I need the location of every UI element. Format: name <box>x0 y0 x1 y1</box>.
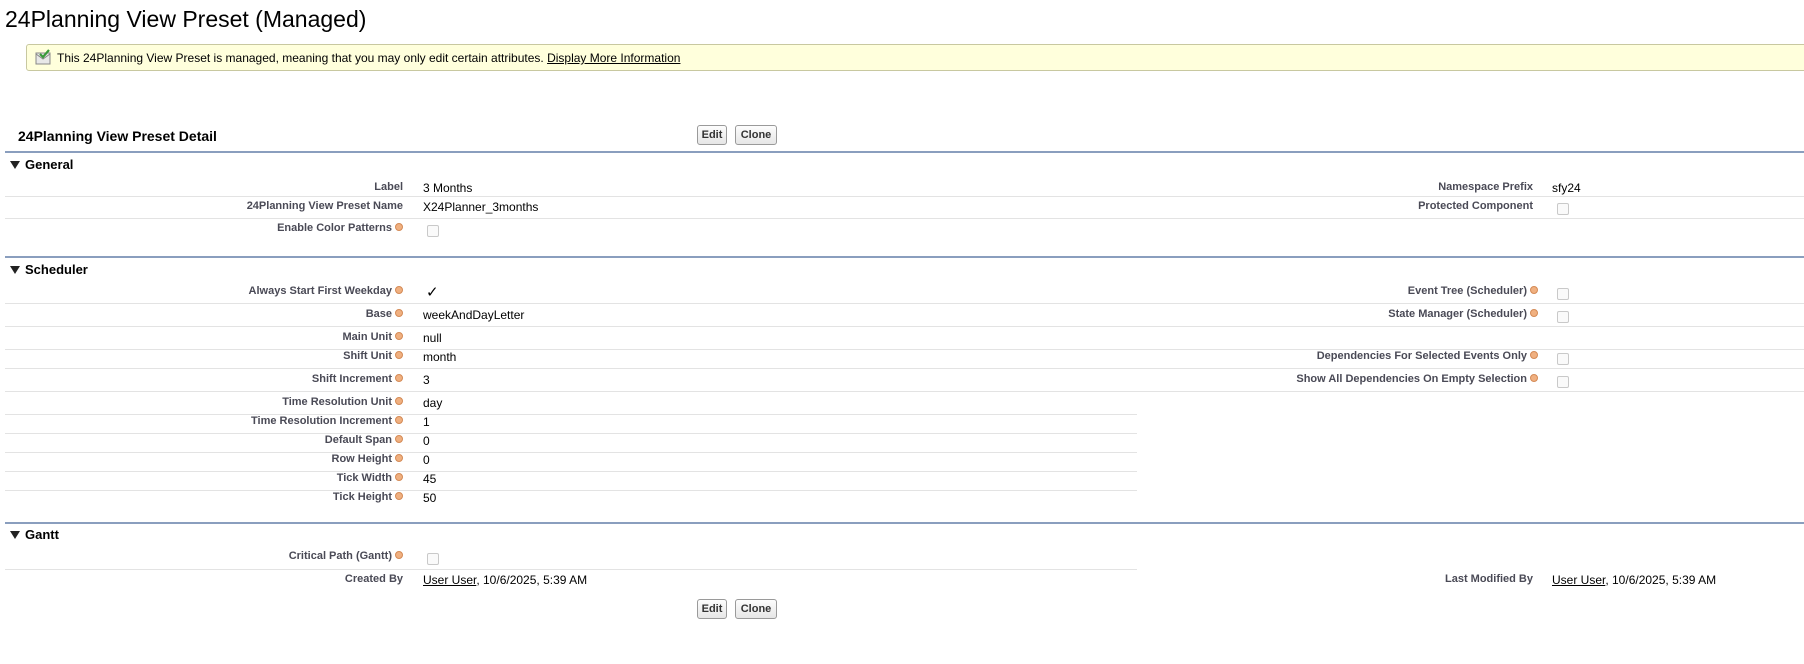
help-icon[interactable] <box>395 454 403 463</box>
enable-color-patterns-label: Enable Color Patterns <box>0 222 403 234</box>
section-divider-scheduler <box>5 256 1804 258</box>
confirm-icon <box>35 49 51 65</box>
last-modified-by-value: User User, 10/6/2025, 5:39 AM <box>1552 573 1716 587</box>
last-modified-date: , 10/6/2025, 5:39 AM <box>1605 573 1717 587</box>
section-title-general: General <box>25 157 74 172</box>
scheduler-field-value: 0 <box>423 453 430 467</box>
preset-name-label: 24Planning View Preset Name <box>246 200 403 212</box>
scheduler-field-value: month <box>423 350 457 364</box>
row-divider <box>5 368 1804 369</box>
last-modified-user-link[interactable]: User User <box>1552 573 1605 587</box>
info-message-text: This 24Planning View Preset is managed, … <box>57 51 544 65</box>
scheduler-field-value: 50 <box>423 491 437 505</box>
created-by-user-link[interactable]: User User <box>423 573 476 587</box>
clone-button-top[interactable]: Clone <box>735 125 777 145</box>
section-header-scheduler[interactable]: Scheduler <box>8 262 88 277</box>
collapse-triangle-icon <box>10 160 20 169</box>
scheduler-field-value: 45 <box>423 472 437 486</box>
row-divider <box>5 391 1804 392</box>
scheduler-field-label: Time Resolution Unit <box>0 396 403 408</box>
collapse-triangle-icon <box>10 265 20 274</box>
collapse-triangle-icon <box>10 530 20 539</box>
section-header-general[interactable]: General <box>8 157 73 172</box>
section-header-gantt[interactable]: Gantt <box>8 527 59 542</box>
protected-component-checkbox <box>1557 203 1569 215</box>
created-by-date: , 10/6/2025, 5:39 AM <box>476 573 588 587</box>
scheduler-checkbox <box>1557 376 1569 388</box>
scheduler-field-label: Shift Unit <box>0 350 403 362</box>
critical-path-label: Critical Path (Gantt) <box>0 550 403 562</box>
scheduler-field-value: 3 <box>423 373 430 387</box>
help-icon[interactable] <box>1530 374 1538 383</box>
row-divider <box>5 303 1804 304</box>
page-title: 24Planning View Preset (Managed) <box>5 6 367 32</box>
managed-info-banner: This 24Planning View Preset is managed, … <box>26 44 1804 71</box>
help-icon[interactable] <box>395 332 403 341</box>
help-icon[interactable] <box>1530 309 1538 318</box>
scheduler-field-label: Dependencies For Selected Events Only <box>1118 350 1538 362</box>
scheduler-field-label: Default Span <box>0 434 403 446</box>
detail-title: 24Planning View Preset Detail <box>18 128 217 144</box>
help-icon[interactable] <box>395 435 403 444</box>
clone-button-bottom[interactable]: Clone <box>735 599 777 619</box>
section-divider-gantt <box>5 522 1804 524</box>
row-divider <box>5 218 1804 219</box>
last-modified-by-label: Last Modified By <box>1444 573 1533 585</box>
row-divider <box>5 196 1804 197</box>
help-icon[interactable] <box>395 351 403 360</box>
help-icon[interactable] <box>395 473 403 482</box>
help-icon[interactable] <box>1530 351 1538 360</box>
checkmark-icon: ✓ <box>426 284 439 301</box>
scheduler-checkbox <box>1557 353 1569 365</box>
preset-name-value: X24Planner_3months <box>423 200 539 214</box>
edit-button-bottom[interactable]: Edit <box>697 599 727 619</box>
enable-color-patterns-checkbox <box>427 225 439 237</box>
scheduler-field-label: Always Start First Weekday <box>0 285 403 297</box>
help-icon[interactable] <box>395 551 403 560</box>
scheduler-checkbox <box>1557 288 1569 300</box>
scheduler-field-value: day <box>423 396 443 410</box>
section-title-gantt: Gantt <box>25 527 59 542</box>
scheduler-field-label: Time Resolution Increment <box>0 415 403 427</box>
help-icon[interactable] <box>395 374 403 383</box>
created-by-label: Created By <box>344 573 403 585</box>
scheduler-field-label: State Manager (Scheduler) <box>1118 308 1538 320</box>
help-icon[interactable] <box>395 286 403 295</box>
row-divider <box>5 326 1804 327</box>
help-icon[interactable] <box>395 397 403 406</box>
section-divider-general <box>5 151 1804 153</box>
help-icon[interactable] <box>1530 286 1538 295</box>
critical-path-checkbox <box>427 553 439 565</box>
section-title-scheduler: Scheduler <box>25 262 88 277</box>
help-icon[interactable] <box>395 223 403 232</box>
scheduler-field-label: Event Tree (Scheduler) <box>1118 285 1538 297</box>
label-field-label: Label <box>374 181 403 193</box>
scheduler-field-label: Row Height <box>0 453 403 465</box>
protected-component-label: Protected Component <box>1418 200 1533 212</box>
scheduler-field-value: 1 <box>423 415 430 429</box>
help-icon[interactable] <box>395 492 403 501</box>
display-more-info-link[interactable]: Display More Information <box>547 51 680 65</box>
scheduler-field-label: Base <box>0 308 403 320</box>
label-field-value: 3 Months <box>423 181 473 195</box>
scheduler-field-label: Shift Increment <box>0 373 403 385</box>
scheduler-field-label: Tick Height <box>0 491 403 503</box>
namespace-prefix-label: Namespace Prefix <box>1438 181 1533 193</box>
scheduler-field-value: weekAndDayLetter <box>423 308 525 322</box>
scheduler-field-value: null <box>423 331 442 345</box>
created-by-value: User User, 10/6/2025, 5:39 AM <box>423 573 587 587</box>
namespace-prefix-value: sfy24 <box>1552 181 1581 195</box>
scheduler-field-label: Show All Dependencies On Empty Selection <box>1118 373 1538 385</box>
scheduler-field-label: Tick Width <box>0 472 403 484</box>
help-icon[interactable] <box>395 309 403 318</box>
row-divider <box>5 569 1137 570</box>
help-icon[interactable] <box>395 416 403 425</box>
scheduler-field-value: 0 <box>423 434 430 448</box>
scheduler-field-label: Main Unit <box>0 331 403 343</box>
info-message: This 24Planning View Preset is managed, … <box>57 51 680 65</box>
scheduler-checkbox <box>1557 311 1569 323</box>
edit-button-top[interactable]: Edit <box>697 125 727 145</box>
